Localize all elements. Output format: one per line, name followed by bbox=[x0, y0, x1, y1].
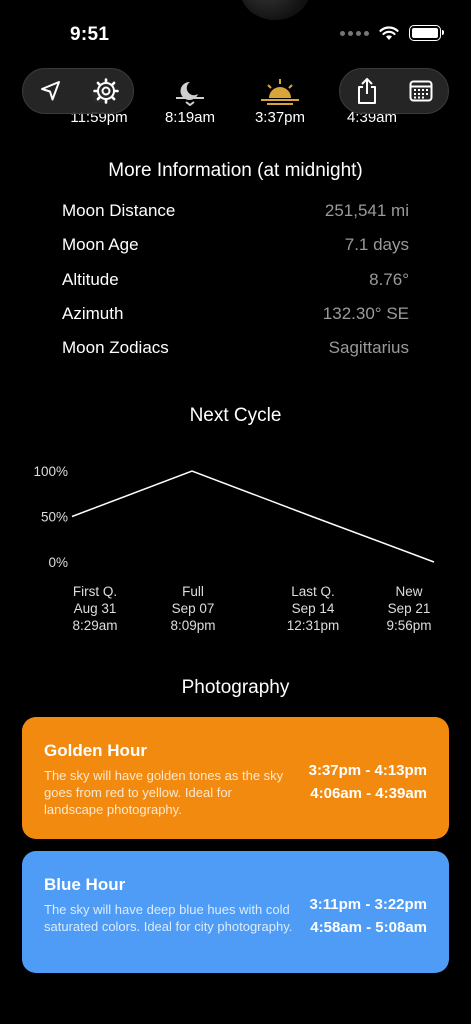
next-cycle-chart: 100% 50% 0% First Q. Aug 31 8:29am Full Se… bbox=[22, 450, 452, 650]
toolbar-left bbox=[22, 68, 134, 114]
location-button[interactable] bbox=[31, 71, 71, 111]
blue-hour-times: 3:11pm - 3:22pm 4:58am - 5:08am bbox=[309, 893, 427, 939]
golden-hour-card[interactable]: Golden Hour The sky will have golden ton… bbox=[22, 717, 449, 839]
time-col-moonset: 8:19am bbox=[145, 72, 235, 126]
share-icon bbox=[358, 77, 376, 104]
info-value: 8.76° bbox=[369, 269, 409, 289]
blue-hour-title: Blue Hour bbox=[44, 875, 126, 894]
phase-time: 12:31pm bbox=[286, 618, 340, 633]
golden-hour-title: Golden Hour bbox=[44, 741, 147, 760]
info-value: Sagittarius bbox=[328, 338, 409, 358]
location-arrow-icon bbox=[40, 81, 60, 101]
info-value: 132.30° SE bbox=[322, 303, 409, 323]
info-label: Moon Zodiacs bbox=[62, 338, 169, 358]
blue-hour-evening: 3:11pm - 3:22pm bbox=[309, 896, 427, 913]
y-tick-label: 100% bbox=[33, 464, 68, 479]
more-info-list: Moon Distance 251,541 mi Moon Age 7.1 da… bbox=[62, 201, 409, 372]
phase-time: 8:09pm bbox=[170, 618, 216, 633]
cycle-label-first-quarter: First Q. Aug 31 8:29am bbox=[50, 583, 140, 634]
y-tick-label: 0% bbox=[48, 555, 68, 570]
info-label: Altitude bbox=[62, 269, 119, 289]
toolbar-right bbox=[339, 68, 449, 114]
phase-time: 9:56pm bbox=[386, 618, 432, 633]
phase-name: Last Q. bbox=[291, 584, 335, 599]
info-row-age: Moon Age 7.1 days bbox=[62, 235, 409, 269]
status-time: 9:51 bbox=[70, 24, 110, 45]
blue-hour-card[interactable]: Blue Hour The sky will have deep blue hu… bbox=[22, 851, 449, 973]
gear-icon bbox=[92, 78, 119, 104]
sunset-time: 3:37pm bbox=[254, 109, 306, 126]
phase-time: 8:29am bbox=[72, 618, 118, 633]
phase-date: Sep 21 bbox=[387, 601, 431, 616]
next-cycle-title: Next Cycle bbox=[189, 405, 282, 426]
moonset-time: 8:19am bbox=[164, 109, 216, 126]
info-label: Moon Age bbox=[62, 235, 139, 255]
phase-date: Sep 14 bbox=[291, 601, 335, 616]
phase-date: Aug 31 bbox=[73, 601, 117, 616]
info-label: Moon Distance bbox=[62, 201, 176, 220]
phase-name: First Q. bbox=[72, 584, 118, 599]
info-row-zodiac: Moon Zodiacs Sagittarius bbox=[62, 338, 409, 372]
phase-name: Full bbox=[182, 584, 204, 599]
golden-hour-times: 3:37pm - 4:13pm 4:06am - 4:39am bbox=[309, 759, 427, 805]
sunset-icon bbox=[235, 72, 325, 106]
phase-date: Sep 07 bbox=[171, 601, 215, 616]
info-row-altitude: Altitude 8.76° bbox=[62, 270, 409, 304]
blue-hour-description: The sky will have deep blue hues with co… bbox=[44, 902, 293, 934]
status-bar: 9:51 bbox=[0, 0, 471, 62]
time-col-sunset: 3:37pm bbox=[235, 72, 325, 126]
info-value: 251,541 mi bbox=[324, 201, 409, 220]
phase-name: New bbox=[395, 584, 423, 599]
info-row-distance: Moon Distance 251,541 mi bbox=[62, 201, 409, 235]
y-tick-label: 50% bbox=[41, 510, 68, 525]
wifi-icon bbox=[379, 25, 399, 40]
calendar-button[interactable] bbox=[401, 71, 441, 111]
calendar-icon bbox=[409, 80, 433, 102]
photography-title: Photography bbox=[181, 677, 290, 698]
info-row-azimuth: Azimuth 132.30° SE bbox=[62, 304, 409, 338]
share-button[interactable] bbox=[347, 71, 387, 111]
info-label: Azimuth bbox=[62, 303, 124, 323]
status-icons bbox=[340, 25, 444, 41]
moonset-icon bbox=[145, 72, 235, 106]
golden-hour-evening: 3:37pm - 4:13pm bbox=[308, 762, 427, 779]
settings-button[interactable] bbox=[86, 71, 126, 111]
blue-hour-morning: 4:58am - 5:08am bbox=[310, 919, 427, 936]
golden-hour-description: The sky will have golden tones as the sk… bbox=[44, 768, 284, 817]
moon-image bbox=[240, 0, 310, 20]
info-value: 7.1 days bbox=[344, 235, 409, 255]
cycle-label-last-quarter: Last Q. Sep 14 12:31pm bbox=[268, 583, 358, 634]
illumination-series-line bbox=[71, 470, 435, 563]
cycle-label-new: New Sep 21 9:56pm bbox=[364, 583, 454, 634]
illumination-line-chart: 100% 50% 0% bbox=[33, 464, 435, 570]
more-info-title: More Information (at midnight) bbox=[108, 160, 363, 181]
battery-icon bbox=[409, 25, 444, 41]
signal-icon bbox=[340, 30, 369, 36]
golden-hour-morning: 4:06am - 4:39am bbox=[310, 785, 427, 802]
cycle-label-full: Full Sep 07 8:09pm bbox=[148, 583, 238, 634]
